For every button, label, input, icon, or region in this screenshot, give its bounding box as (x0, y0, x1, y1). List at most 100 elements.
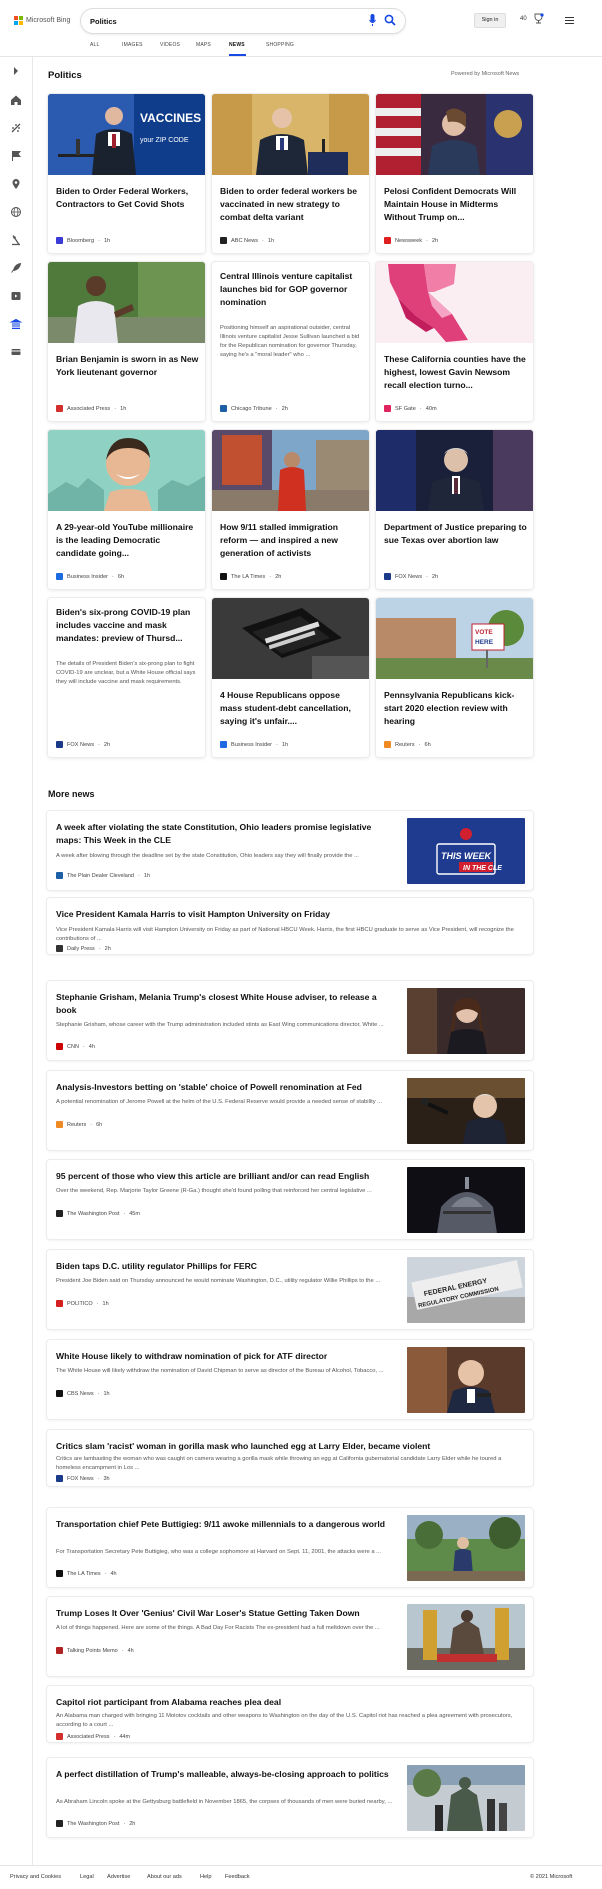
search-input[interactable] (90, 14, 350, 28)
science-icon[interactable] (10, 234, 22, 246)
row-title[interactable]: Trump Loses It Over 'Genius' Civil War L… (56, 1607, 396, 1620)
news-row[interactable]: White House likely to withdraw nominatio… (47, 1340, 533, 1419)
row-title[interactable]: Biden taps D.C. utility regulator Philli… (56, 1260, 396, 1273)
card-title[interactable]: Pennsylvania Republicans kick-start 2020… (384, 689, 527, 728)
news-row[interactable]: Critics slam 'racist' woman in gorilla m… (47, 1430, 533, 1486)
flag-icon[interactable] (10, 150, 22, 162)
row-source: Associated Press · 44m (56, 1733, 130, 1740)
discover-icon[interactable] (10, 122, 22, 134)
row-description: A potential renomination of Jerome Powel… (56, 1099, 383, 1105)
row-title[interactable]: A perfect distillation of Trump's mallea… (56, 1768, 396, 1781)
card-title[interactable]: 4 House Republicans oppose mass student-… (220, 689, 363, 728)
card-title[interactable]: Department of Justice preparing to sue T… (384, 521, 527, 547)
news-card[interactable]: Brian Benjamin is sworn in as New York l… (48, 262, 205, 421)
bing-logo[interactable]: Microsoft Bing (14, 16, 70, 25)
news-card[interactable]: Biden's six-prong COVID-19 plan includes… (48, 598, 205, 757)
source-name: Associated Press (67, 1733, 110, 1740)
location-icon[interactable] (10, 178, 22, 190)
card-age: 1h (281, 741, 289, 748)
rewards-count[interactable]: 40 (520, 16, 527, 22)
tab-shopping[interactable]: SHOPPING (266, 41, 296, 56)
row-image: THIS WEEK IN THE CLE (407, 818, 525, 884)
news-row[interactable]: Transportation chief Pete Buttigieg: 9/1… (47, 1508, 533, 1587)
news-row[interactable]: 95 percent of those who view this articl… (47, 1160, 533, 1239)
news-card[interactable]: Biden to order federal workers be vaccin… (212, 94, 369, 253)
card-source: Associated Press · 1h (56, 405, 126, 412)
row-description: Critics are lambasting the woman who was… (56, 1456, 502, 1471)
row-title[interactable]: White House likely to withdraw nominatio… (56, 1350, 396, 1363)
news-card[interactable]: A 29-year-old YouTube millionaire is the… (48, 430, 205, 589)
news-image (48, 262, 205, 343)
politics-icon[interactable] (10, 318, 22, 330)
footer-link-feedback[interactable]: Feedback (225, 1874, 250, 1880)
news-card[interactable]: VOTE HERE Pennsylvania Republicans kick-s… (376, 598, 533, 757)
source-logo-icon (220, 237, 227, 244)
row-title[interactable]: Critics slam 'racist' woman in gorilla m… (56, 1440, 526, 1453)
card-title[interactable]: Biden to Order Federal Workers, Contract… (56, 185, 199, 211)
card-title[interactable]: Brian Benjamin is sworn in as New York l… (56, 353, 199, 379)
row-image (407, 988, 525, 1054)
footer-link-help[interactable]: Help (200, 1874, 212, 1880)
news-card[interactable]: 4 House Republicans oppose mass student-… (212, 598, 369, 757)
news-row[interactable]: Trump Loses It Over 'Genius' Civil War L… (47, 1597, 533, 1676)
tab-videos[interactable]: VIDEOS (160, 41, 182, 56)
news-row[interactable]: Biden taps D.C. utility regulator Philli… (47, 1250, 533, 1329)
news-row[interactable]: A perfect distillation of Trump's mallea… (47, 1758, 533, 1837)
page-title: Politics (48, 70, 82, 81)
card-title[interactable]: A 29-year-old YouTube millionaire is the… (56, 521, 199, 560)
row-source: The Washington Post · 45m (56, 1210, 140, 1217)
source-name: FOX News (67, 741, 95, 748)
row-age: 1h (103, 1390, 110, 1397)
news-row[interactable]: A week after violating the state Constit… (47, 811, 533, 890)
row-title[interactable]: Transportation chief Pete Buttigieg: 9/1… (56, 1518, 396, 1531)
row-source: CBS News · 1h (56, 1390, 110, 1397)
home-icon[interactable] (10, 94, 22, 106)
microphone-icon[interactable] (369, 13, 376, 28)
money-icon[interactable] (10, 346, 22, 358)
news-card[interactable]: These California counties have the highe… (376, 262, 533, 421)
card-title[interactable]: Biden to order federal workers be vaccin… (220, 185, 363, 224)
search-icon[interactable] (384, 14, 396, 26)
expand-icon[interactable] (10, 65, 22, 77)
rocket-icon[interactable] (10, 262, 22, 274)
row-title[interactable]: 95 percent of those who view this articl… (56, 1170, 396, 1183)
card-title[interactable]: Central Illinois venture capitalist laun… (220, 270, 363, 309)
row-title[interactable]: Analysis-Investors betting on 'stable' c… (56, 1081, 396, 1094)
card-age: 6h (424, 741, 431, 748)
source-logo-icon (56, 1210, 63, 1217)
tab-news[interactable]: NEWS (229, 41, 246, 56)
sign-in-button[interactable]: Sign in (474, 13, 506, 28)
rewards-trophy-icon[interactable] (533, 13, 544, 25)
card-title[interactable]: Biden's six-prong COVID-19 plan includes… (56, 606, 199, 645)
card-age: 1h (120, 405, 127, 412)
entertainment-icon[interactable] (10, 290, 22, 302)
news-row[interactable]: Vice President Kamala Harris to visit Ha… (47, 898, 533, 954)
card-title[interactable]: Pelosi Confident Democrats Will Maintain… (384, 185, 527, 224)
news-card[interactable]: VACCINES your ZIP CODE Biden to Order Fed… (48, 94, 205, 253)
news-card[interactable]: How 9/11 stalled immigration reform — an… (212, 430, 369, 589)
row-title[interactable]: Stephanie Grisham, Melania Trump's close… (56, 991, 396, 1017)
footer: Privacy and Cookies Legal Advertise Abou… (0, 1865, 602, 1889)
card-description: The details of President Biden's six-pro… (56, 661, 196, 685)
tab-maps[interactable]: MAPS (196, 41, 214, 56)
news-row[interactable]: Stephanie Grisham, Melania Trump's close… (47, 981, 533, 1060)
tab-images[interactable]: IMAGES (122, 41, 144, 56)
tab-all[interactable]: ALL (90, 41, 112, 56)
news-card[interactable]: Department of Justice preparing to sue T… (376, 430, 533, 589)
news-card[interactable]: Central Illinois venture capitalist laun… (212, 262, 369, 421)
footer-link-legal[interactable]: Legal (80, 1874, 94, 1880)
footer-link-advertise[interactable]: Advertise (107, 1874, 130, 1880)
card-title[interactable]: These California counties have the highe… (384, 353, 527, 392)
hamburger-menu-icon[interactable] (565, 17, 574, 24)
footer-link-privacy[interactable]: Privacy and Cookies (10, 1874, 61, 1880)
news-row[interactable]: Analysis-Investors betting on 'stable' c… (47, 1071, 533, 1150)
row-title[interactable]: A week after violating the state Constit… (56, 821, 396, 847)
footer-link-about-ads[interactable]: About our ads (147, 1874, 182, 1880)
source-name: Chicago Tribune (231, 405, 272, 412)
news-row[interactable]: Capitol riot participant from Alabama re… (47, 1686, 533, 1742)
row-title[interactable]: Vice President Kamala Harris to visit Ha… (56, 908, 526, 921)
news-card[interactable]: Pelosi Confident Democrats Will Maintain… (376, 94, 533, 253)
row-title[interactable]: Capitol riot participant from Alabama re… (56, 1696, 526, 1709)
card-title[interactable]: How 9/11 stalled immigration reform — an… (220, 521, 363, 560)
globe-icon[interactable] (10, 206, 22, 218)
